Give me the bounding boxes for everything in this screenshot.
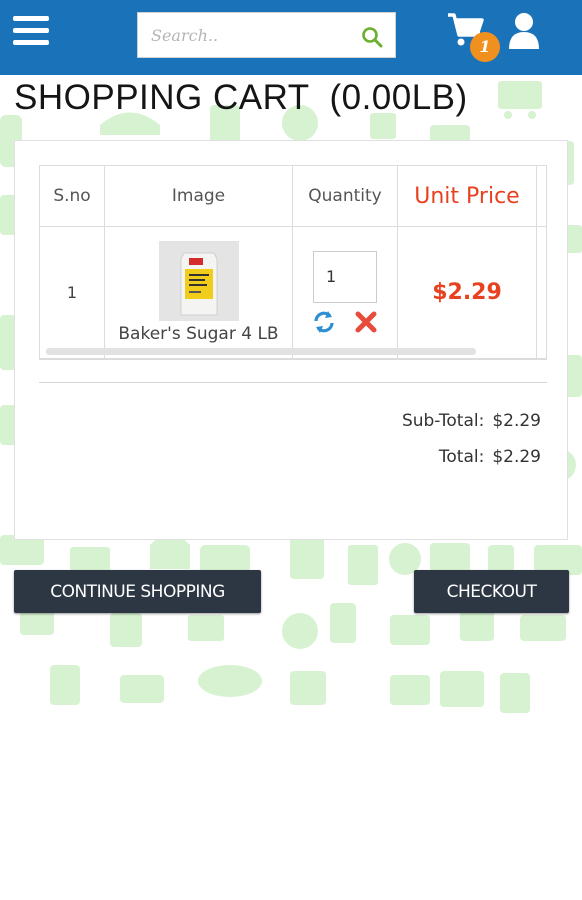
hamburger-menu-icon[interactable]	[13, 16, 49, 46]
total-label: Total:	[438, 447, 485, 467]
column-header-image: Image	[104, 166, 293, 227]
divider	[39, 382, 547, 383]
subtotal-label: Sub-Total:	[401, 411, 485, 431]
continue-shopping-button[interactable]: CONTINUE SHOPPING	[14, 570, 261, 613]
row-overflow-cell	[536, 226, 546, 359]
total-value: $2.29	[492, 447, 541, 467]
search-icon[interactable]	[361, 26, 383, 48]
row-unit-price: $2.29	[397, 226, 537, 359]
table-header-row: S.no Image Quantity Unit Price	[40, 166, 546, 227]
cart-table-scroll-container[interactable]: S.no Image Quantity Unit Price 1 Baker's…	[39, 165, 547, 360]
subtotal-value: $2.29	[492, 411, 541, 431]
cart-table: S.no Image Quantity Unit Price 1 Baker's…	[40, 166, 546, 359]
quantity-input[interactable]	[313, 250, 377, 303]
cart-count-badge: 1	[470, 32, 500, 62]
column-header-sno: S.no	[40, 166, 105, 227]
quantity-actions	[293, 309, 397, 335]
cart-button[interactable]: 1	[446, 12, 500, 62]
column-header-quantity: Quantity	[292, 166, 398, 227]
horizontal-scrollbar[interactable]	[46, 348, 476, 355]
refresh-icon[interactable]	[311, 309, 337, 335]
row-image-cell: Baker's Sugar 4 LB	[104, 226, 293, 359]
table-row: 1 Baker's Sugar 4 LB 1 $2.29	[40, 226, 546, 359]
row-quantity-cell	[292, 226, 398, 359]
top-nav-bar: 1	[0, 0, 582, 75]
page-title: SHOPPING CART (0.00LB)	[14, 78, 468, 117]
search-bar	[137, 12, 396, 58]
search-input[interactable]	[138, 13, 353, 57]
user-account-icon[interactable]	[507, 12, 541, 50]
row-sno: 1	[40, 226, 105, 359]
subtotal-row: Sub-Total: $2.29	[301, 403, 541, 439]
column-header-unit-price: Unit Price	[397, 166, 537, 227]
remove-item-icon[interactable]	[353, 309, 379, 335]
total-row: Total: $2.29	[301, 439, 541, 475]
cart-totals: Sub-Total: $2.29 Total: $2.29	[301, 403, 541, 475]
column-header-overflow	[536, 166, 546, 227]
checkout-button[interactable]: CHECKOUT	[414, 570, 569, 613]
product-name[interactable]: Baker's Sugar 4 LB	[105, 324, 292, 344]
cart-panel: S.no Image Quantity Unit Price 1 Baker's…	[14, 140, 568, 540]
product-image[interactable]	[158, 241, 239, 321]
